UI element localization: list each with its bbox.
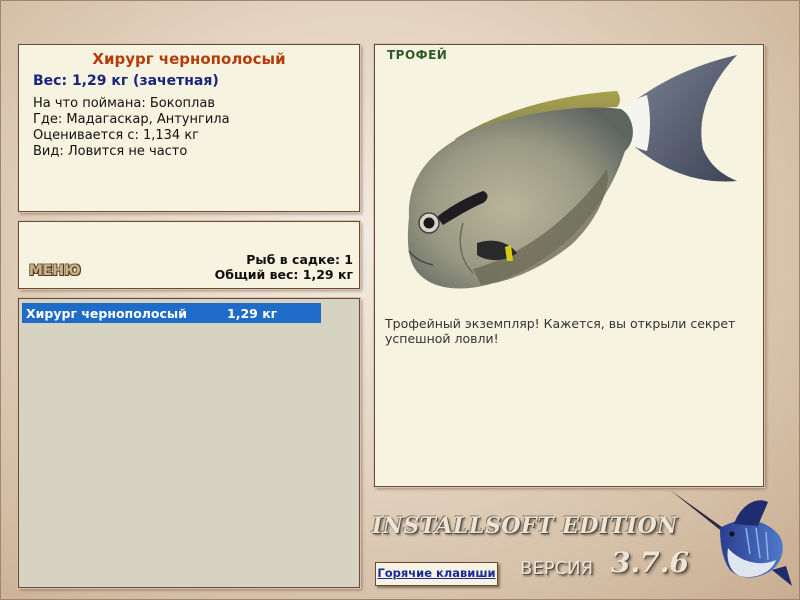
edition-title: INSTALLSOFT EDITION xyxy=(372,513,678,539)
marlin-logo xyxy=(670,490,792,586)
catch-item-name: Хирург чернополосый xyxy=(26,306,187,321)
trophy-message: Трофейный экземпляр! Кажется, вы открыли… xyxy=(385,316,736,346)
version-label: ВЕРСИЯ xyxy=(520,558,594,579)
menu-panel: МЕНЮ Рыб в садке: 1 Общий вес: 1,29 кг xyxy=(18,221,360,289)
fish-info-panel: Хирург чернополосый Вес: 1,29 кг (зачетн… xyxy=(18,44,360,212)
fish-count: Рыб в садке: 1 xyxy=(246,252,353,267)
fish-value: Оценивается с: 1,134 кг xyxy=(33,128,200,143)
fish-kind: Вид: Ловится не часто xyxy=(33,144,188,159)
catch-list-item[interactable]: Хирург чернополосый 1,29 кг xyxy=(22,303,321,323)
catch-list: Хирург чернополосый 1,29 кг xyxy=(18,298,360,588)
fish-name: Хирург чернополосый xyxy=(92,50,286,68)
surgeonfish-image xyxy=(407,55,737,289)
trophy-panel: ТРОФЕЙ Трофейный экземпляр! Кажется, вы … xyxy=(374,44,764,487)
fish-bait: На что поймана: Бокоплав xyxy=(33,96,215,111)
fish-weight: Вес: 1,29 кг (зачетная) xyxy=(33,73,219,89)
trophy-label: ТРОФЕЙ xyxy=(387,48,448,62)
menu-button[interactable]: МЕНЮ xyxy=(29,263,81,279)
hotkeys-button[interactable]: Горячие клавиши xyxy=(375,562,498,586)
fish-location: Где: Мадагаскар, Антунгила xyxy=(33,112,230,127)
total-weight: Общий вес: 1,29 кг xyxy=(214,267,353,282)
catch-item-weight: 1,29 кг xyxy=(227,306,278,321)
